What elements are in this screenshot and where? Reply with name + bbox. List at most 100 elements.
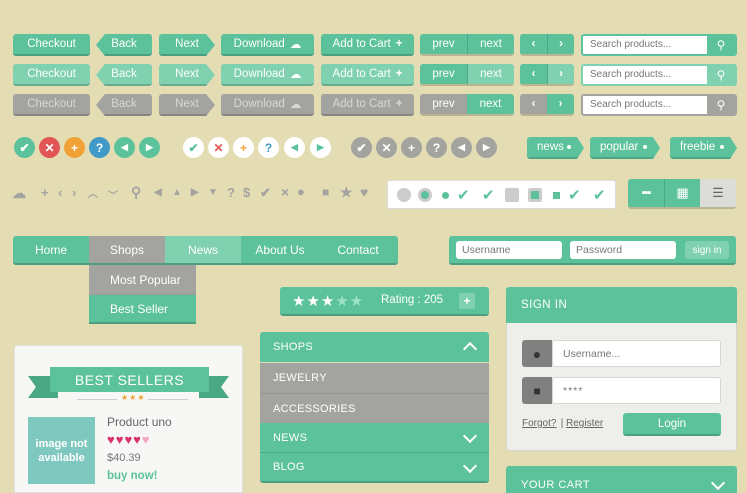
- signin-username-input[interactable]: Username...: [552, 340, 721, 367]
- back-button-hover[interactable]: Back: [96, 64, 152, 86]
- close-outline-icon[interactable]: ✕: [208, 137, 229, 158]
- next-button[interactable]: Next: [159, 34, 215, 56]
- checkout-button-hover[interactable]: Checkout: [13, 64, 90, 86]
- radio-checked[interactable]: [418, 188, 432, 202]
- search-icon[interactable]: ⚲: [707, 66, 735, 84]
- search-input[interactable]: Search products...: [583, 96, 707, 114]
- product-image-placeholder[interactable]: image not available: [28, 417, 95, 484]
- signin-password-input[interactable]: ****: [552, 377, 721, 404]
- download-button[interactable]: Download ☁: [221, 34, 314, 56]
- list-icon[interactable]: ☰: [700, 179, 736, 207]
- radio-check-icon[interactable]: ✔: [457, 186, 470, 204]
- next-button-hover[interactable]: Next: [159, 64, 215, 86]
- add-to-cart-button[interactable]: Add to Cart +: [321, 34, 414, 56]
- close-gray-icon[interactable]: ✕: [376, 137, 397, 158]
- next-small-button[interactable]: next: [467, 94, 514, 114]
- product-hearts[interactable]: ♥♥♥♥♥: [107, 432, 151, 447]
- plus-outline-icon[interactable]: +: [233, 137, 254, 158]
- accordion-shops[interactable]: SHOPS: [260, 332, 489, 362]
- accordion-blog[interactable]: BLOG: [260, 453, 489, 483]
- accordion-jewelry[interactable]: JEWELRY: [260, 363, 489, 393]
- prev-button[interactable]: prev: [420, 94, 467, 114]
- username-input[interactable]: Username: [456, 241, 562, 259]
- chevron-right-icon[interactable]: ›: [547, 34, 574, 54]
- checkout-button-disabled[interactable]: Checkout: [13, 94, 90, 116]
- nav-about-us[interactable]: About Us: [241, 236, 319, 263]
- sign-in-button[interactable]: sign in: [685, 241, 729, 259]
- back-button[interactable]: Back: [96, 34, 152, 56]
- link-separator: |: [558, 418, 567, 429]
- checkbox-check-icon[interactable]: ✔: [568, 186, 581, 204]
- radio-dot[interactable]: [442, 192, 449, 199]
- tag-freebie[interactable]: freebie: [670, 137, 737, 159]
- download-button-hover[interactable]: Download ☁: [221, 64, 314, 86]
- prev-outline-icon[interactable]: ◀: [284, 137, 305, 158]
- accordion-accessories[interactable]: ACCESSORIES: [260, 393, 489, 423]
- tag-popular[interactable]: popular: [590, 137, 660, 159]
- register-link[interactable]: Register: [566, 418, 603, 429]
- help-gray-icon[interactable]: ?: [426, 137, 447, 158]
- prev-button[interactable]: prev: [420, 34, 467, 54]
- check-gray-icon[interactable]: ✔: [351, 137, 372, 158]
- rating-stars[interactable]: ★★★★★: [292, 292, 364, 310]
- search-input[interactable]: Search products...: [583, 66, 707, 84]
- search-input[interactable]: Search products...: [583, 36, 707, 54]
- chevron-left-icon[interactable]: ‹: [520, 64, 547, 84]
- accordion-news[interactable]: NEWS: [260, 423, 489, 453]
- plus-icon[interactable]: +: [459, 293, 475, 309]
- checkbox-checked[interactable]: [528, 188, 542, 202]
- check-mark-icon[interactable]: ✔: [482, 186, 495, 204]
- add-to-cart-button-disabled[interactable]: Add to Cart +: [321, 94, 414, 116]
- next-outline-icon[interactable]: ▶: [310, 137, 331, 158]
- help-outline-icon[interactable]: ?: [258, 137, 279, 158]
- search-icon[interactable]: ⚲: [707, 36, 735, 54]
- check-mark-icon[interactable]: ✔: [593, 186, 606, 204]
- checkbox-square[interactable]: [553, 192, 560, 199]
- help-circle-icon[interactable]: ?: [89, 137, 110, 158]
- checkbox-unchecked[interactable]: [505, 188, 519, 202]
- login-button[interactable]: Login: [623, 413, 721, 436]
- check-circle-icon[interactable]: ✔: [14, 137, 35, 158]
- tag-news[interactable]: news: [527, 137, 584, 159]
- your-cart-header[interactable]: YOUR CART: [506, 466, 737, 493]
- grid-small-icon[interactable]: ▪▪▪: [628, 179, 664, 207]
- add-to-cart-button-hover[interactable]: Add to Cart +: [321, 64, 414, 86]
- chevron-left-icon[interactable]: ‹: [520, 34, 547, 54]
- prev-circle-icon[interactable]: ◀: [114, 137, 135, 158]
- product-name[interactable]: Product uno: [107, 415, 172, 429]
- close-circle-icon[interactable]: ✕: [39, 137, 60, 158]
- forgot-link[interactable]: Forgot?: [522, 418, 556, 429]
- next-circle-icon[interactable]: ▶: [139, 137, 160, 158]
- nav-contact[interactable]: Contact: [319, 236, 397, 263]
- prev-gray-icon[interactable]: ◀: [451, 137, 472, 158]
- nav-home[interactable]: Home: [13, 236, 89, 263]
- download-button-disabled[interactable]: Download ☁: [221, 94, 314, 116]
- password-input[interactable]: Password: [570, 241, 676, 259]
- next-small-button[interactable]: next: [467, 64, 514, 84]
- checkout-button[interactable]: Checkout: [13, 34, 90, 56]
- search-icon[interactable]: ⚲: [707, 96, 735, 114]
- check-outline-icon[interactable]: ✔: [183, 137, 204, 158]
- prev-button[interactable]: prev: [420, 64, 467, 84]
- lock-icon: ■: [322, 185, 330, 199]
- plus-circle-icon[interactable]: +: [64, 137, 85, 158]
- grid-large-icon[interactable]: ▦: [664, 179, 700, 207]
- cloud-download-icon: ☁: [289, 69, 302, 81]
- next-gray-icon[interactable]: ▶: [476, 137, 497, 158]
- chevron-right-icon[interactable]: ›: [547, 64, 574, 84]
- nav-shops[interactable]: Shops: [89, 236, 165, 263]
- plus-gray-icon[interactable]: +: [401, 137, 422, 158]
- chevron-left-icon[interactable]: ‹: [520, 94, 547, 114]
- next-small-button[interactable]: next: [467, 34, 514, 54]
- chevron-right-icon[interactable]: ›: [547, 94, 574, 114]
- dropdown-most-popular[interactable]: Most Popular: [89, 265, 196, 295]
- buy-now-link[interactable]: buy now!: [107, 470, 157, 482]
- radio-unchecked[interactable]: [397, 188, 411, 202]
- dropdown-best-seller[interactable]: Best Seller: [89, 295, 196, 324]
- chevron-down-icon: [462, 458, 478, 474]
- product-price: $40.39: [107, 452, 141, 464]
- back-button-disabled[interactable]: Back: [96, 94, 152, 116]
- next-button-disabled[interactable]: Next: [159, 94, 215, 116]
- view-switcher: ▪▪▪ ▦ ☰: [628, 179, 736, 209]
- nav-news[interactable]: News: [165, 236, 241, 263]
